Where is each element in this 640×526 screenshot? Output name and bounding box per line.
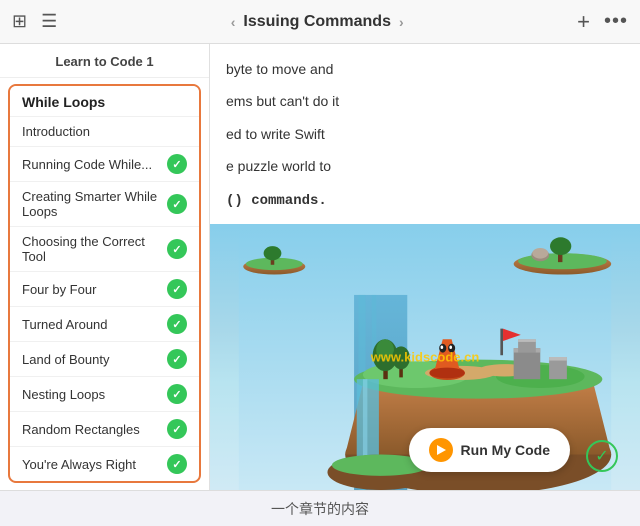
item-label: You're Always Right (22, 457, 136, 472)
check-icon (167, 349, 187, 369)
nav-bar: ⊞ ☰ ‹ Issuing Commands › + ••• (0, 0, 640, 44)
list-item[interactable]: Choosing the Correct Tool (10, 226, 199, 271)
list-item[interactable]: Random Rectangles (10, 411, 199, 446)
list-icon[interactable]: ☰ (41, 11, 57, 32)
sidebar-header: Learn to Code 1 (0, 44, 209, 78)
while-loops-section: While Loops Introduction Running Code Wh… (8, 84, 201, 483)
check-icon (167, 454, 187, 474)
while-loops-title: While Loops (10, 86, 199, 116)
play-icon (429, 438, 453, 462)
list-item[interactable]: You're Always Right (10, 446, 199, 481)
item-label: Random Rectangles (22, 422, 140, 437)
check-icon (167, 384, 187, 404)
list-item[interactable]: Four by Four (10, 271, 199, 306)
run-my-code-button[interactable]: Run My Code (409, 428, 570, 472)
text-line-5: () commands. (226, 188, 624, 212)
text-line-4: e puzzle world to (226, 155, 624, 177)
caption-text: 一个章节的内容 (271, 499, 369, 519)
content-panel: byte to move and ems but can't do it ed … (210, 44, 640, 490)
check-icon (167, 194, 187, 214)
item-label: Nesting Loops (22, 387, 105, 402)
sidebar: Learn to Code 1 While Loops Introduction… (0, 44, 210, 490)
more-button[interactable]: ••• (604, 10, 628, 33)
list-item[interactable]: Introduction (10, 116, 199, 146)
completion-check: ✓ (586, 440, 618, 472)
chevron-left-icon[interactable]: ‹ (231, 14, 236, 30)
check-icon (167, 419, 187, 439)
add-button[interactable]: + (577, 9, 590, 35)
list-item[interactable]: Turned Around (10, 306, 199, 341)
footer-caption: 一个章节的内容 (0, 490, 640, 526)
grid-icon[interactable]: ⊞ (12, 11, 27, 32)
chevron-right-icon[interactable]: › (399, 14, 404, 30)
text-line-3: ed to write Swift (226, 123, 624, 145)
item-label: Choosing the Correct Tool (22, 234, 167, 264)
check-icon (167, 279, 187, 299)
main-content: Learn to Code 1 While Loops Introduction… (0, 44, 640, 490)
item-label: Creating Smarter While Loops (22, 189, 167, 219)
nav-center: ‹ Issuing Commands › (231, 13, 404, 31)
list-item[interactable]: Land of Bounty (10, 341, 199, 376)
game-world: www.kidscode.cn Run My Code ✓ (210, 224, 640, 490)
list-item[interactable]: Creating Smarter While Loops (10, 181, 199, 226)
text-area: byte to move and ems but can't do it ed … (210, 44, 640, 224)
list-item[interactable]: Nesting Loops (10, 376, 199, 411)
check-icon (167, 154, 187, 174)
text-line-1: byte to move and (226, 58, 624, 80)
nav-title: Issuing Commands (243, 13, 391, 31)
check-icon (167, 239, 187, 259)
item-label: Introduction (22, 124, 90, 139)
run-button-label: Run My Code (461, 442, 550, 458)
item-label: Four by Four (22, 282, 96, 297)
item-label: Running Code While... (22, 157, 152, 172)
item-label: Turned Around (22, 317, 108, 332)
text-line-2: ems but can't do it (226, 90, 624, 112)
list-item[interactable]: Running Code While... (10, 146, 199, 181)
item-label: Land of Bounty (22, 352, 109, 367)
nav-left: ⊞ ☰ (12, 11, 57, 32)
nav-right: + ••• (577, 9, 628, 35)
check-icon (167, 314, 187, 334)
